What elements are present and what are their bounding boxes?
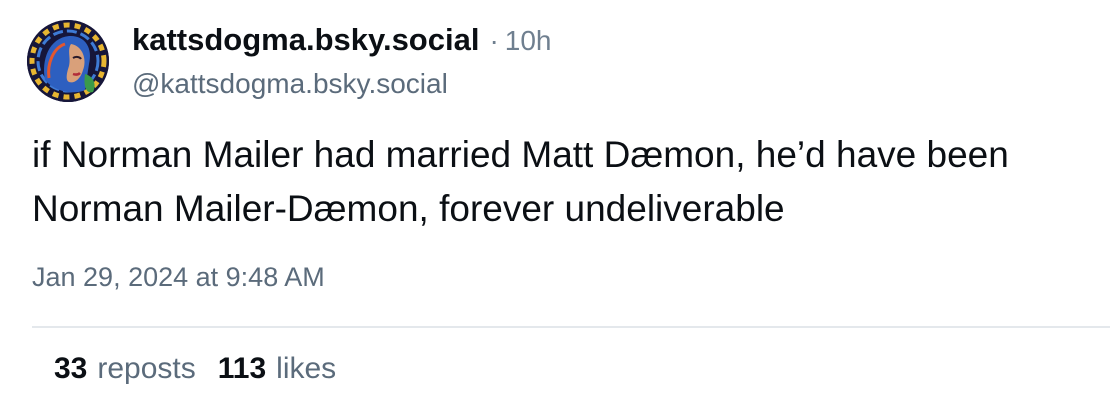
post-card: kattsdogma.bsky.social · 10h @kattsdogma… [0,0,1110,410]
likes-count: 113 [217,352,267,385]
divider [32,326,1110,328]
post-text: if Norman Mailer had married Matt Dæmon,… [32,128,1102,236]
likes-stat[interactable]: 113 likes [218,352,336,386]
header-separator: · [489,25,499,56]
engagement-stats: 33 reposts 113 likes [54,352,336,386]
avatar[interactable] [27,20,109,102]
post-header: kattsdogma.bsky.social · 10h [132,22,552,58]
post-timestamp: Jan 29, 2024 at 9:48 AM [32,262,325,292]
likes-label: likes [276,352,337,385]
reposts-count: 33 [54,352,88,385]
author-handle[interactable]: @kattsdogma.bsky.social [132,68,448,100]
reposts-label: reposts [97,352,196,385]
avatar-portrait-icon [27,20,109,102]
post-text-line: Norman Mailer-Dæmon, forever undeliverab… [32,188,785,229]
reposts-stat[interactable]: 33 reposts [54,352,196,386]
relative-time[interactable]: 10h [505,25,552,57]
post-text-line: if Norman Mailer had married Matt Dæmon,… [32,134,1009,175]
author-display-name[interactable]: kattsdogma.bsky.social [132,22,479,58]
